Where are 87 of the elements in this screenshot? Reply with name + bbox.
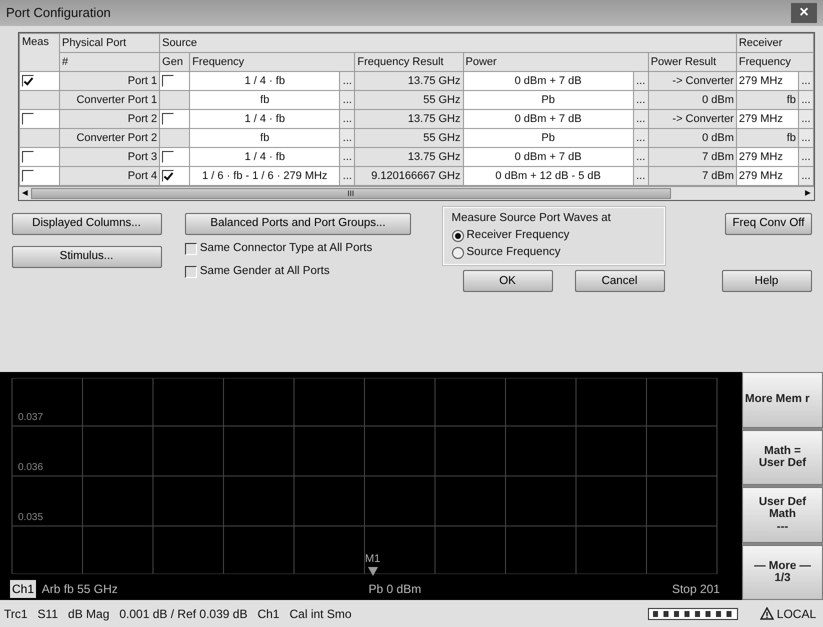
meas-checkbox[interactable]: [22, 112, 34, 125]
table-cell: 0 dBm + 7 dB: [463, 110, 634, 128]
table-cell: 1 / 6 · fb - 1 / 6 · 279 MHz: [190, 166, 340, 186]
table-cell: 1 / 4 · fb: [190, 110, 340, 128]
table-cell: 279 MHz: [736, 166, 798, 186]
warning-icon: [760, 607, 774, 620]
column-header: Meas: [20, 34, 60, 72]
table-cell: 13.75 GHz: [354, 110, 463, 128]
gen-checkbox[interactable]: [162, 112, 174, 125]
column-header: #: [60, 52, 160, 72]
radio-label: Source Frequency: [466, 245, 560, 260]
column-header: Frequency Result: [354, 52, 463, 72]
stop-label: Stop 201: [672, 581, 720, 598]
table-cell: 7 dBm: [648, 148, 736, 166]
marker-label: M1: [365, 552, 380, 566]
table-cell: 0 dBm + 12 dB - 5 dB: [463, 166, 634, 186]
start-label: Arb fb 55 GHz: [42, 581, 118, 598]
table-cell: fb: [190, 90, 340, 110]
channel-label: Ch1: [10, 580, 36, 598]
dialog-button[interactable]: Displayed Columns...: [12, 212, 162, 234]
gen-checkbox[interactable]: [162, 150, 174, 163]
table-cell: 55 GHz: [354, 90, 463, 110]
marker-icon: [368, 567, 378, 576]
axis-label: 0.037: [16, 412, 46, 423]
dialog-button[interactable]: Cancel: [574, 270, 664, 292]
checkbox[interactable]: [185, 242, 197, 255]
scrollbar-thumb[interactable]: III: [30, 188, 671, 199]
meas-checkbox[interactable]: [22, 74, 34, 87]
table-cell: Port 1: [60, 72, 160, 90]
table-cell: Port 3: [60, 148, 160, 166]
radio-button[interactable]: [452, 230, 464, 242]
close-button[interactable]: ×: [791, 3, 817, 23]
scroll-left-arrow[interactable]: ◂: [19, 184, 31, 202]
axis-label: 0.035: [16, 512, 46, 523]
softkey[interactable]: More Mem r: [742, 372, 823, 428]
table-cell: -> Converter: [648, 72, 736, 90]
table-cell: Converter Port 2: [60, 128, 160, 148]
softkey[interactable]: User Def Math ---: [742, 487, 823, 542]
table-cell: 279 MHz: [736, 148, 798, 166]
axis-label: 0.036: [16, 462, 46, 473]
column-header: Physical Port: [60, 34, 160, 52]
dialog-button[interactable]: Help: [722, 270, 812, 292]
power-label: Pb 0 dBm: [368, 581, 422, 598]
group-title: Measure Source Port Waves at: [452, 210, 612, 226]
table-cell: Pb: [463, 128, 634, 148]
dialog-button[interactable]: Stimulus...: [12, 246, 162, 268]
checkbox-label: Same Connector Type at All Ports: [200, 241, 372, 256]
status-text: Trc1 S11 dB Mag 0.001 dB / Ref 0.039 dB Ch1 Cal int Smo: [4, 606, 352, 622]
table-cell: 9.120166667 GHz: [354, 166, 463, 186]
softkey[interactable]: — More — 1/3: [742, 544, 823, 600]
checkbox-label: Same Gender at All Ports: [200, 264, 330, 280]
column-header: Source: [160, 34, 736, 52]
gen-checkbox[interactable]: [162, 74, 174, 87]
table-cell: Port 4: [60, 166, 160, 186]
window-title: Port Configuration: [6, 4, 111, 22]
table-cell: Port 2: [60, 110, 160, 128]
table-cell: 279 MHz: [736, 110, 798, 128]
table-cell: 1 / 4 · fb: [190, 72, 340, 90]
table-cell: 13.75 GHz: [354, 148, 463, 166]
dialog-button[interactable]: OK: [462, 270, 552, 292]
table-cell: 7 dBm: [648, 166, 736, 186]
table-cell: 279 MHz: [736, 72, 798, 90]
table-cell: 55 GHz: [354, 128, 463, 148]
table-cell: 13.75 GHz: [354, 72, 463, 90]
table-cell: 0 dBm: [648, 128, 736, 148]
dialog-button[interactable]: Balanced Ports and Port Groups...: [185, 212, 411, 234]
table-cell: 1 / 4 · fb: [190, 148, 340, 166]
table-cell: fb: [190, 128, 340, 148]
column-header: Receiver: [736, 34, 814, 52]
table-cell: Pb: [463, 90, 634, 110]
softkey[interactable]: Math = User Def: [742, 430, 823, 485]
checkbox[interactable]: [185, 266, 197, 278]
radio-button[interactable]: [452, 246, 464, 259]
gen-checkbox[interactable]: [162, 170, 174, 182]
meas-checkbox[interactable]: [22, 150, 34, 163]
table-cell: 0 dBm + 7 dB: [463, 148, 634, 166]
scroll-right-arrow[interactable]: ▸: [802, 184, 814, 202]
radio-label: Receiver Frequency: [466, 228, 570, 243]
activity-indicator-icon: [648, 608, 738, 620]
column-header: Power Result: [648, 52, 736, 72]
dialog-button[interactable]: Freq Conv Off: [725, 212, 812, 234]
table-cell: -> Converter: [648, 110, 736, 128]
table-cell: Converter Port 1: [60, 90, 160, 110]
table-cell: 0 dBm + 7 dB: [463, 72, 634, 90]
local-indicator: LOCAL: [776, 606, 816, 622]
table-cell: 0 dBm: [648, 90, 736, 110]
meas-checkbox[interactable]: [22, 170, 34, 182]
